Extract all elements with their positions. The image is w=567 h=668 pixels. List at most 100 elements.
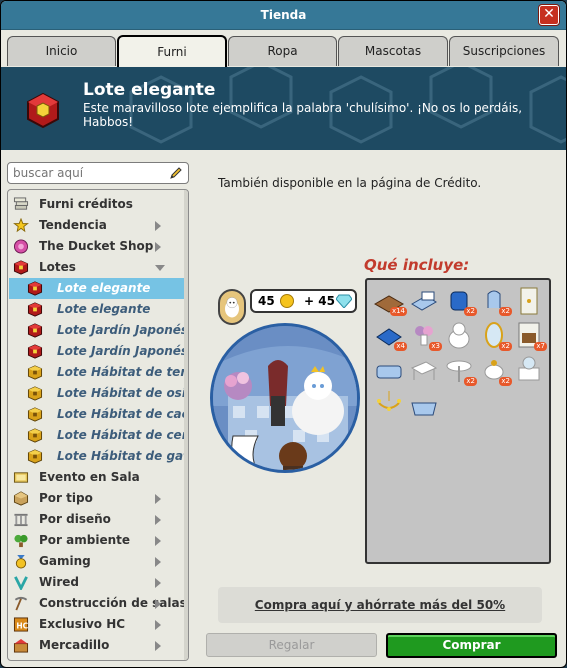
sidebar-item-label: Wired <box>39 575 79 589</box>
blue-sofa-icon <box>376 365 402 379</box>
sidebar-item[interactable]: Evento en Sala <box>9 467 188 488</box>
included-item[interactable] <box>513 354 545 386</box>
pickaxe-icon <box>14 596 28 611</box>
sidebar-scrollbar[interactable] <box>184 190 188 660</box>
included-item[interactable] <box>373 389 405 421</box>
sidebar-item-label: Gaming <box>39 554 91 568</box>
event-icon <box>13 472 29 483</box>
sidebar-item-label: Furni créditos <box>39 197 133 211</box>
close-icon: ✕ <box>543 6 555 22</box>
chevron-down-icon[interactable] <box>155 265 165 271</box>
sidebar-item[interactable]: Furni créditos <box>9 194 188 215</box>
chevron-right-icon[interactable] <box>155 578 161 588</box>
sidebar-item[interactable]: Lotes <box>9 257 188 278</box>
sidebar-item-label: Construcción de salas <box>39 596 187 610</box>
sidebar-item[interactable]: Por tipo <box>9 488 188 509</box>
chevron-right-icon[interactable] <box>155 242 161 252</box>
included-item[interactable] <box>373 354 405 386</box>
item-count-badge: x4 <box>394 342 407 351</box>
includes-grid: x14 x2 x2 x4 x3 x2 x7 x2 x2 <box>365 278 551 564</box>
gold-cube-icon <box>27 449 43 464</box>
tab-mascotas[interactable]: Mascotas <box>338 36 448 66</box>
sidebar-item[interactable]: Lote Hábitat de cachorr <box>9 404 188 425</box>
sidebar-item[interactable]: The Ducket Shop <box>9 236 188 257</box>
gold-cube-icon <box>27 407 43 422</box>
included-item[interactable] <box>443 319 475 351</box>
chevron-right-icon[interactable] <box>155 536 161 546</box>
page-subtitle: Este maravilloso lote ejemplifica la pal… <box>83 101 523 129</box>
included-item[interactable]: x4 <box>373 319 407 351</box>
included-item[interactable] <box>408 354 440 386</box>
chevron-right-icon[interactable] <box>155 557 161 567</box>
included-item[interactable]: x2 <box>478 319 512 351</box>
sidebar-item[interactable]: Lote Hábitat de osito pa <box>9 383 188 404</box>
page-header: Lote elegante Este maravilloso lote ejem… <box>1 67 566 150</box>
included-item[interactable]: x2 <box>443 284 477 316</box>
plant-icon <box>14 534 28 548</box>
price-box: 45 + 45 <box>250 289 357 313</box>
chevron-right-icon[interactable] <box>155 494 161 504</box>
includes-title: Qué incluye: <box>364 256 470 274</box>
room-preview-illustration <box>213 326 357 470</box>
page-title: Lote elegante <box>83 80 216 100</box>
cat-icon <box>225 297 239 318</box>
chevron-right-icon[interactable] <box>155 221 161 231</box>
chevron-right-icon[interactable] <box>155 641 161 651</box>
sidebar-item-label: Lote Jardín Japonés <box>57 323 187 337</box>
included-item[interactable] <box>408 284 440 316</box>
chevron-right-icon[interactable] <box>155 620 161 630</box>
sidebar-item-label: Evento en Sala <box>39 470 140 484</box>
gift-button[interactable]: Regalar <box>206 633 377 657</box>
chevron-right-icon[interactable] <box>155 515 161 525</box>
item-count-badge: x2 <box>499 377 512 386</box>
sidebar-item[interactable]: Gaming <box>9 551 188 572</box>
catalog-sidebar[interactable]: Furni créditos Tendencia The Ducket Shop Lo… <box>7 189 189 661</box>
sidebar-item[interactable]: Lote Hábitat de cerditos <box>9 425 188 446</box>
promo-link[interactable]: Compra aquí y ahórrate más del 50% <box>218 587 542 623</box>
sidebar-item-label: Lote Hábitat de cerditos <box>57 428 187 442</box>
wardrobe-icon <box>520 287 538 315</box>
included-item[interactable]: x14 <box>373 284 407 316</box>
included-item[interactable]: x2 <box>478 354 512 386</box>
sidebar-item[interactable]: Wired <box>9 572 188 593</box>
coins-stack-icon <box>13 197 29 210</box>
sidebar-item[interactable]: Tendencia <box>9 215 188 236</box>
included-item[interactable]: x7 <box>513 319 547 351</box>
sidebar-item[interactable]: Lote Hábitat de gatitos <box>9 446 188 467</box>
included-item[interactable]: x2 <box>478 284 512 316</box>
search-input[interactable] <box>13 165 163 181</box>
sidebar-item[interactable]: Lote elegante <box>9 278 188 299</box>
included-item[interactable] <box>408 389 440 421</box>
title-bar[interactable]: Tienda ✕ <box>1 1 566 30</box>
sidebar-item[interactable]: Lote Jardín Japonés <box>9 320 188 341</box>
sidebar-item-label: Lote Jardín Japonés <box>57 344 187 358</box>
included-item[interactable] <box>513 284 545 316</box>
tab-furni[interactable]: Furni <box>117 35 227 67</box>
sidebar-item[interactable]: HC Exclusivo HC <box>9 614 188 635</box>
sidebar-item[interactable]: Lote Jardín Japonés <box>9 341 188 362</box>
pencil-icon[interactable] <box>168 165 184 181</box>
sidebar-item[interactable]: Lote Hábitat de terriers <box>9 362 188 383</box>
tab-suscripciones[interactable]: Suscripciones <box>449 36 559 66</box>
market-icon <box>13 638 29 653</box>
item-count-badge: x2 <box>464 377 477 386</box>
red-cube-icon <box>27 92 59 128</box>
tab-inicio[interactable]: Inicio <box>7 36 116 66</box>
tab-ropa[interactable]: Ropa <box>228 36 337 66</box>
credits-price: 45 <box>258 294 275 308</box>
close-button[interactable]: ✕ <box>539 5 559 25</box>
sidebar-item[interactable]: Lote elegante <box>9 299 188 320</box>
credits-coin-icon <box>218 289 246 325</box>
sidebar-item[interactable]: Por ambiente <box>9 530 188 551</box>
chevron-right-icon[interactable] <box>155 599 161 609</box>
buy-button[interactable]: Comprar <box>386 633 557 658</box>
white-cat-icon <box>448 322 470 349</box>
included-item[interactable]: x3 <box>408 319 442 351</box>
search-box[interactable] <box>7 162 189 184</box>
included-item[interactable]: x2 <box>443 354 477 386</box>
gold-cube-icon <box>27 428 43 443</box>
sidebar-item-label: Por diseño <box>39 512 111 526</box>
sidebar-item[interactable]: Construcción de salas <box>9 593 188 614</box>
sidebar-item[interactable]: Por diseño <box>9 509 188 530</box>
sidebar-item[interactable]: Mercadillo <box>9 635 188 656</box>
